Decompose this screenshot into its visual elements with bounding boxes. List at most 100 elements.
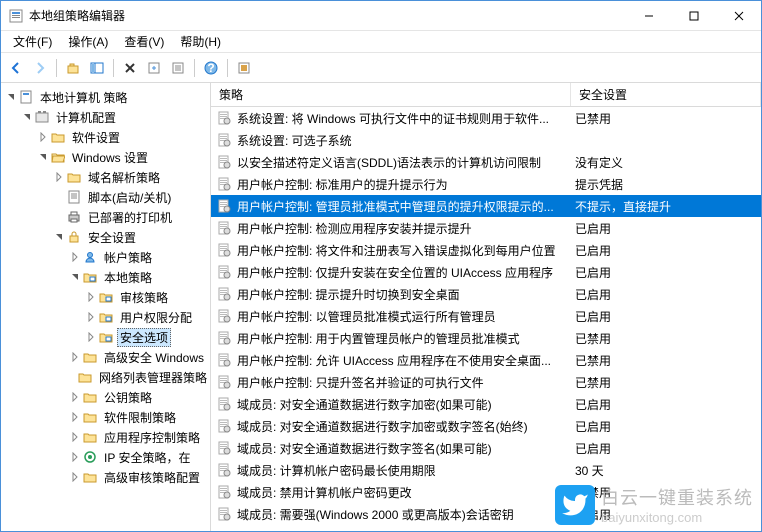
expand-icon[interactable] [85, 291, 97, 303]
menu-file[interactable]: 文件(F) [5, 31, 60, 52]
policy-row[interactable]: 域成员: 需要强(Windows 2000 或更高版本)会话密钥已启用 [211, 503, 761, 525]
policy-row[interactable]: 以安全描述符定义语言(SDDL)语法表示的计算机访问限制没有定义 [211, 151, 761, 173]
policy-row[interactable]: 系统设置: 将 Windows 可执行文件中的证书规则用于软件...已禁用 [211, 107, 761, 129]
expand-icon[interactable] [69, 251, 81, 263]
policy-row[interactable]: 用户帐户控制: 管理员批准模式中管理员的提升权限提示的...不提示，直接提升 [211, 195, 761, 217]
policy-row[interactable]: 域成员: 对安全通道数据进行数字加密或数字签名(始终)已启用 [211, 415, 761, 437]
expand-icon[interactable] [37, 131, 49, 143]
menu-action[interactable]: 操作(A) [60, 31, 116, 52]
folder-icon [83, 350, 97, 364]
column-header-policy[interactable]: 策略 [211, 83, 571, 106]
tree-item[interactable]: 脚本(启动/关机) [1, 187, 210, 207]
tree-item[interactable]: 审核策略 [1, 287, 210, 307]
show-hide-tree-button[interactable] [86, 57, 108, 79]
up-button[interactable] [62, 57, 84, 79]
tree-item-label: 域名解析策略 [85, 169, 163, 186]
svg-text:?: ? [207, 61, 214, 75]
expand-icon[interactable] [53, 171, 65, 183]
tree-item[interactable]: 域名解析策略 [1, 167, 210, 187]
properties-button[interactable] [167, 57, 189, 79]
tree-item[interactable]: Windows 设置 [1, 147, 210, 167]
list-body[interactable]: 系统设置: 将 Windows 可执行文件中的证书规则用于软件...已禁用系统设… [211, 107, 761, 531]
policy-name-cell: 域成员: 对安全通道数据进行数字签名(如果可能) [211, 440, 571, 457]
tree-item[interactable]: 应用程序控制策略 [1, 427, 210, 447]
policy-row[interactable]: 用户帐户控制: 只提升签名并验证的可执行文件已禁用 [211, 371, 761, 393]
expand-icon[interactable] [69, 451, 81, 463]
back-button[interactable] [5, 57, 27, 79]
policy-row[interactable]: 用户帐户控制: 将文件和注册表写入错误虚拟化到每用户位置已启用 [211, 239, 761, 261]
tree-item[interactable]: 高级安全 Windows [1, 347, 210, 367]
folder-pol-icon [99, 330, 113, 344]
delete-button[interactable] [119, 57, 141, 79]
expand-icon[interactable] [69, 411, 81, 423]
forward-button[interactable] [29, 57, 51, 79]
policy-icon [217, 243, 231, 257]
tree-item[interactable]: 帐户策略 [1, 247, 210, 267]
column-header-setting[interactable]: 安全设置 [571, 83, 761, 106]
collapse-icon[interactable] [53, 231, 65, 243]
tree-root-item[interactable]: 本地计算机 策略 [1, 87, 210, 107]
policy-row[interactable]: 用户帐户控制: 检测应用程序安装并提示提升已启用 [211, 217, 761, 239]
expand-icon[interactable] [69, 351, 81, 363]
tree-item[interactable]: IP 安全策略，在 [1, 447, 210, 467]
collapse-icon[interactable] [21, 111, 33, 123]
tree-item[interactable]: 已部署的打印机 [1, 207, 210, 227]
policy-icon [217, 463, 231, 477]
folder-pol-icon [99, 310, 113, 324]
tree-item[interactable]: 安全选项 [1, 327, 210, 347]
policy-name-cell: 域成员: 对安全通道数据进行数字加密(如果可能) [211, 396, 571, 413]
expand-icon[interactable] [85, 311, 97, 323]
tree-item[interactable]: 计算机配置 [1, 107, 210, 127]
policy-icon [217, 155, 231, 169]
tree-item-label: 审核策略 [117, 289, 171, 306]
expand-icon[interactable] [69, 471, 81, 483]
menu-view[interactable]: 查看(V) [116, 31, 172, 52]
close-button[interactable] [716, 1, 761, 30]
expand-icon[interactable] [85, 331, 97, 343]
export-button[interactable] [143, 57, 165, 79]
policy-setting-cell: 已启用 [571, 286, 761, 303]
policy-row[interactable]: 域成员: 计算机帐户密码最长使用期限30 天 [211, 459, 761, 481]
policy-row[interactable]: 用户帐户控制: 允许 UIAccess 应用程序在不使用安全桌面...已禁用 [211, 349, 761, 371]
policy-name: 域成员: 对安全通道数据进行数字签名(如果可能) [237, 440, 492, 457]
policy-icon [217, 331, 231, 345]
collapse-icon[interactable] [37, 151, 49, 163]
policy-setting-cell: 已启用 [571, 308, 761, 325]
tree-item[interactable]: 本地策略 [1, 267, 210, 287]
folder-pol-icon [83, 270, 97, 284]
expand-icon[interactable] [69, 391, 81, 403]
policy-row[interactable]: 域成员: 禁用计算机帐户密码更改已禁用 [211, 481, 761, 503]
tree-item[interactable]: 公钥策略 [1, 387, 210, 407]
tree-item-label: 高级安全 Windows [101, 349, 207, 366]
policy-setting-cell: 已启用 [571, 440, 761, 457]
tree-item[interactable]: 用户权限分配 [1, 307, 210, 327]
collapse-icon[interactable] [5, 91, 17, 103]
policy-row[interactable]: 用户帐户控制: 标准用户的提升提示行为提示凭据 [211, 173, 761, 195]
tree-panel[interactable]: 本地计算机 策略计算机配置软件设置Windows 设置域名解析策略脚本(启动/关… [1, 83, 211, 531]
expand-icon[interactable] [69, 431, 81, 443]
policy-row[interactable]: 域成员: 对安全通道数据进行数字加密(如果可能)已启用 [211, 393, 761, 415]
refresh-button[interactable] [233, 57, 255, 79]
tree-item[interactable]: 软件限制策略 [1, 407, 210, 427]
policy-name: 以安全描述符定义语言(SDDL)语法表示的计算机访问限制 [237, 154, 541, 171]
policy-row[interactable]: 系统设置: 可选子系统 [211, 129, 761, 151]
help-button[interactable]: ? [200, 57, 222, 79]
policy-name-cell: 域成员: 禁用计算机帐户密码更改 [211, 484, 571, 501]
tree-item[interactable]: 高级审核策略配置 [1, 467, 210, 487]
policy-row[interactable]: 域成员: 对安全通道数据进行数字签名(如果可能) 已启用 [211, 437, 761, 459]
policy-setting-cell: 已启用 [571, 264, 761, 281]
document-icon [19, 90, 33, 104]
policy-row[interactable]: 用户帐户控制: 仅提升安装在安全位置的 UIAccess 应用程序已启用 [211, 261, 761, 283]
menu-help[interactable]: 帮助(H) [172, 31, 229, 52]
policy-setting-cell: 不提示，直接提升 [571, 198, 761, 215]
collapse-icon[interactable] [69, 271, 81, 283]
tree-item[interactable]: 软件设置 [1, 127, 210, 147]
policy-row[interactable]: 用户帐户控制: 提示提升时切换到安全桌面已启用 [211, 283, 761, 305]
maximize-button[interactable] [671, 1, 716, 30]
policy-row[interactable]: 用户帐户控制: 以管理员批准模式运行所有管理员已启用 [211, 305, 761, 327]
policy-row[interactable]: 用户帐户控制: 用于内置管理员帐户的管理员批准模式已禁用 [211, 327, 761, 349]
tree-item[interactable]: 安全设置 [1, 227, 210, 247]
policy-setting-cell: 已禁用 [571, 110, 761, 127]
minimize-button[interactable] [626, 1, 671, 30]
tree-item[interactable]: 网络列表管理器策略 [1, 367, 210, 387]
